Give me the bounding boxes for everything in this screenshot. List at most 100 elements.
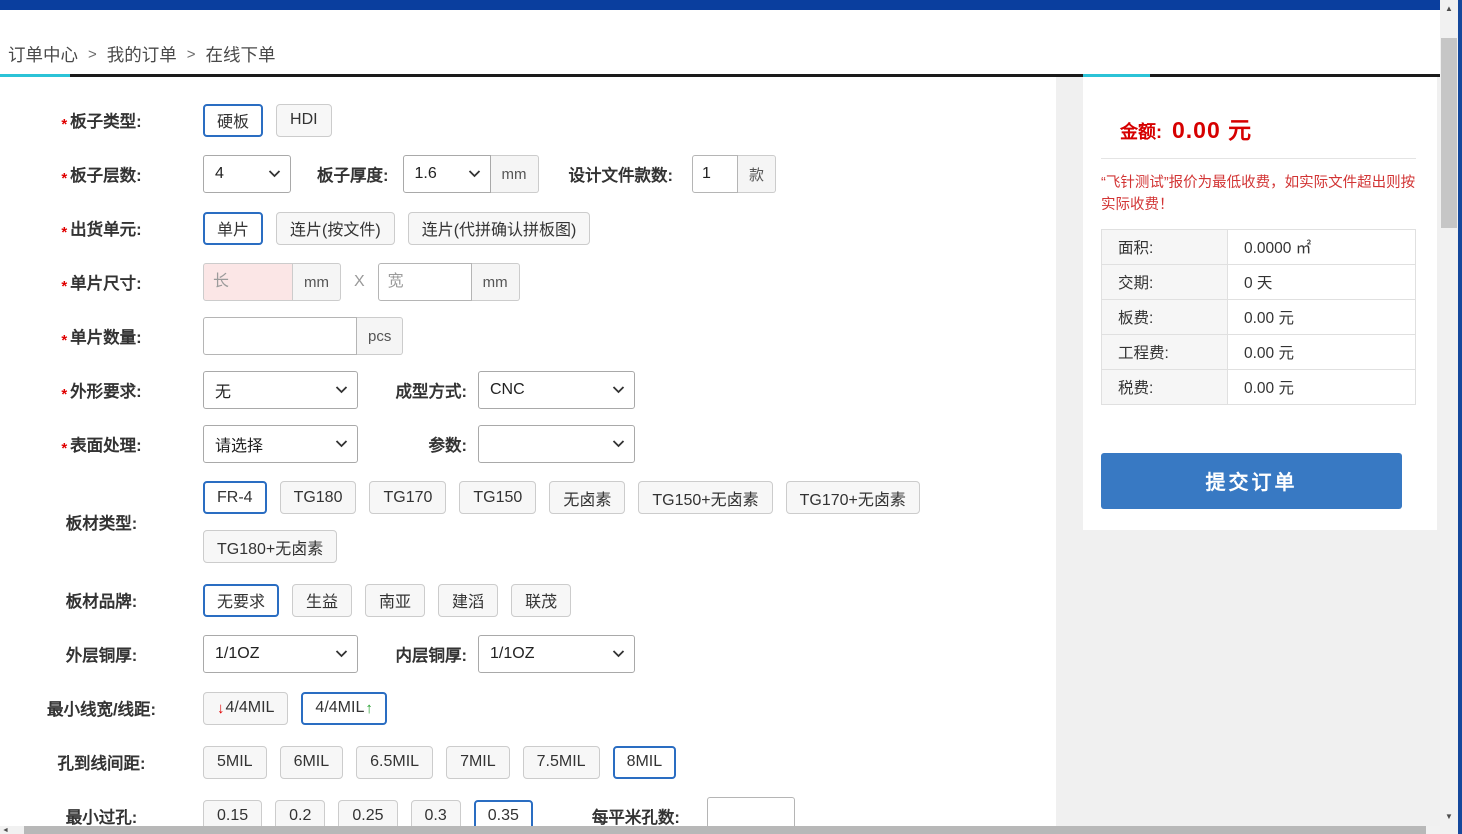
breadcrumb: 订单中心 > 我的订单 > 在线下单 [8,42,276,67]
breadcrumb-order-center[interactable]: 订单中心 [8,42,78,67]
summary-panel-background: 金额: 0.00 元 “飞针测试”报价为最低收费，如实际文件超出则按实际收费！ … [1056,77,1440,834]
trace-option-above-4-4[interactable]: 4/4MIL ↑ [301,692,386,725]
thickness-select[interactable]: 1.6 [403,155,491,193]
material-type-option-tg170-hf[interactable]: TG170+无卤素 [786,481,920,514]
param-select[interactable] [478,425,635,463]
trace-option-text: 4/4MIL [226,699,275,717]
scroll-up-icon[interactable]: ▲ [1440,2,1458,16]
breadcrumb-my-orders[interactable]: 我的订单 [107,42,177,67]
outline-label-text: 外形要求: [70,378,142,402]
required-asterisk: * [61,332,67,349]
form-row-hole-clearance: 孔到线间距: 5MIL 6MIL 6.5MIL 7MIL 7.5MIL 8MIL [0,735,1056,789]
hole-clearance-option-7-5mil[interactable]: 7.5MIL [523,746,600,779]
material-type-option-tg180-hf[interactable]: TG180+无卤素 [203,530,337,563]
board-length-input[interactable] [203,263,293,301]
area-label: 面积: [1102,229,1228,264]
breadcrumb-separator: > [187,46,196,63]
outer-copper-label: 外层铜厚: [0,642,203,666]
board-type-option-hdi[interactable]: HDI [276,104,332,137]
layers-select[interactable]: 4 [203,155,291,193]
table-row: 板费: 0.00 元 [1102,299,1416,334]
order-form: * 板子类型: 硬板 HDI * 板子层数: 4 板子厚度: [0,77,1056,834]
table-row: 工程费: 0.00 元 [1102,334,1416,369]
param-label: 参数: [385,432,467,456]
breadcrumb-online-order[interactable]: 在线下单 [206,42,276,67]
quantity-label-text: 单片数量: [70,324,142,348]
outline-select[interactable]: 无 [203,371,358,409]
layers-selected-value: 4 [215,165,224,183]
quantity-group: pcs [203,317,403,355]
hole-clearance-option-5mil[interactable]: 5MIL [203,746,267,779]
brand-option-any[interactable]: 无要求 [203,584,279,617]
scroll-left-icon[interactable]: ◄ [2,826,9,834]
hole-clearance-option-6mil[interactable]: 6MIL [280,746,344,779]
board-type-option-rigid[interactable]: 硬板 [203,104,263,137]
width-group: mm [378,263,520,301]
submit-order-button[interactable]: 提交订单 [1101,453,1402,509]
surface-select[interactable]: 请选择 [203,425,358,463]
ship-unit-option-panel-confirm[interactable]: 连片(代拼确认拼板图) [408,212,591,245]
outer-copper-select[interactable]: 1/1OZ [203,635,358,673]
window-edge [1458,0,1462,834]
form-row-trace: 最小线宽/线距: ↓ 4/4MIL 4/4MIL ↑ [0,681,1056,735]
quantity-label: * 单片数量: [0,324,203,348]
ship-unit-label: * 出货单元: [0,216,203,240]
thickness-group: 1.6 mm [403,155,539,193]
min-via-label-text: 最小过孔: [66,804,138,828]
hole-clearance-label: 孔到线间距: [0,750,203,774]
forming-selected-value: CNC [490,381,525,399]
board-fee-label: 板费: [1102,299,1228,334]
ship-unit-label-text: 出货单元: [70,216,142,240]
amount-label: 金额: [1120,118,1162,144]
forming-label: 成型方式: [385,378,467,402]
thickness-unit-addon: mm [491,155,539,193]
table-row: 税费: 0.00 元 [1102,369,1416,404]
design-count-unit-addon: 款 [738,155,776,193]
engineering-fee-value: 0.00 元 [1228,334,1416,369]
required-asterisk: * [61,170,67,187]
hole-clearance-option-8mil[interactable]: 8MIL [613,746,677,779]
arrow-up-icon: ↑ [365,700,373,717]
size-label-text: 单片尺寸: [70,270,142,294]
chevron-down-icon [612,650,625,658]
material-type-option-tg170[interactable]: TG170 [369,481,446,514]
quantity-input[interactable] [203,317,357,355]
material-type-option-halogen-free[interactable]: 无卤素 [549,481,625,514]
material-type-option-tg150[interactable]: TG150 [459,481,536,514]
vertical-scrollbar[interactable]: ▲ ▼ [1440,0,1458,834]
trace-option-below-4-4[interactable]: ↓ 4/4MIL [203,692,288,725]
material-type-label: 板材类型: [0,510,203,534]
hole-clearance-option-6-5mil[interactable]: 6.5MIL [356,746,433,779]
material-brand-label-text: 板材品牌: [66,588,138,612]
chevron-down-icon [468,170,481,178]
surface-label-text: 表面处理: [70,432,142,456]
outline-label: * 外形要求: [0,378,203,402]
size-label: * 单片尺寸: [0,270,203,294]
horizontal-scrollbar-thumb[interactable] [24,826,1426,834]
inner-copper-select[interactable]: 1/1OZ [478,635,635,673]
board-width-input[interactable] [378,263,472,301]
material-type-option-fr4[interactable]: FR-4 [203,481,267,514]
brand-option-nanya[interactable]: 南亚 [365,584,425,617]
brand-option-iteq[interactable]: 联茂 [511,584,571,617]
form-row-material-type: 板材类型: FR-4 TG180 TG170 TG150 无卤素 TG150+无… [0,471,1056,573]
brand-option-kingboard[interactable]: 建滔 [438,584,498,617]
horizontal-scrollbar[interactable]: ◄ [0,826,1440,834]
scroll-down-icon[interactable]: ▼ [1440,810,1458,824]
vertical-scrollbar-thumb[interactable] [1441,38,1457,228]
tax-value: 0.00 元 [1228,369,1416,404]
hole-clearance-option-7mil[interactable]: 7MIL [446,746,510,779]
design-count-label: 设计文件款数: [569,162,674,186]
table-row: 交期: 0 天 [1102,264,1416,299]
material-type-option-tg180[interactable]: TG180 [280,481,357,514]
tax-label: 税费: [1102,369,1228,404]
material-type-option-tg150-hf[interactable]: TG150+无卤素 [638,481,772,514]
surface-label: * 表面处理: [0,432,203,456]
ship-unit-option-single[interactable]: 单片 [203,212,263,245]
brand-option-shengyi[interactable]: 生益 [292,584,352,617]
layers-label-text: 板子层数: [70,162,142,186]
ship-unit-option-panel-by-file[interactable]: 连片(按文件) [276,212,395,245]
forming-select[interactable]: CNC [478,371,635,409]
form-row-outline: * 外形要求: 无 成型方式: CNC [0,363,1056,417]
design-count-input[interactable] [692,155,738,193]
